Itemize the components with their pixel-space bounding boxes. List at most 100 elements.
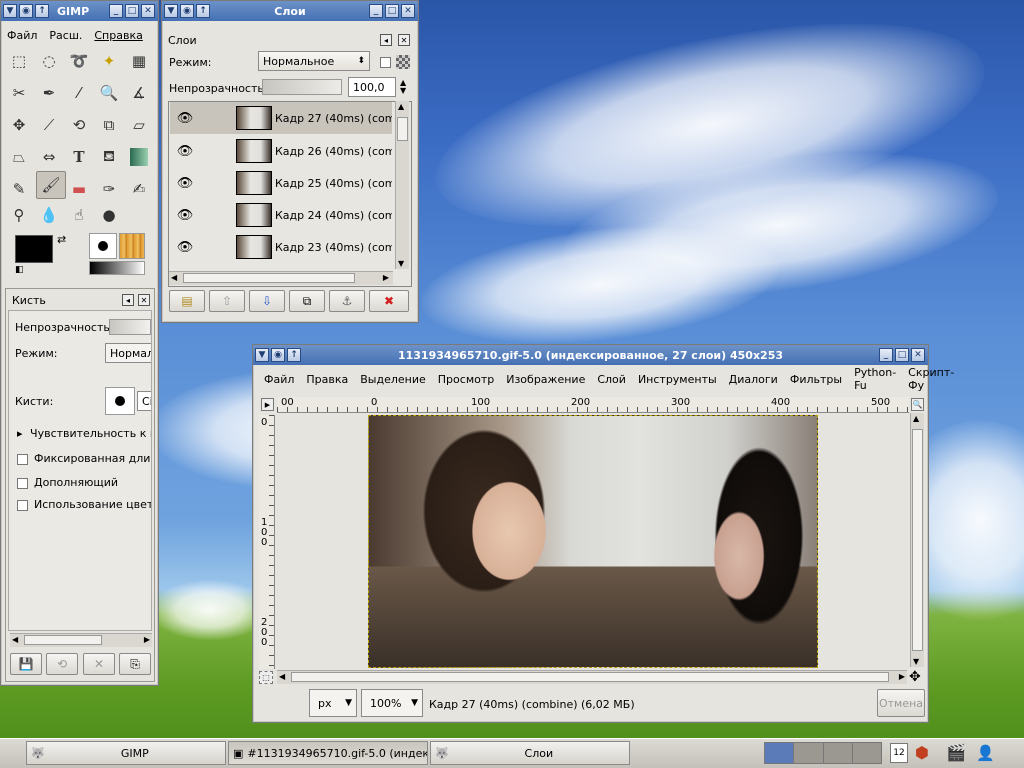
airbrush-icon[interactable]: ✑ (97, 177, 121, 201)
restore-options-button[interactable]: ⟲ (46, 653, 78, 675)
use-color-checkbox[interactable] (17, 499, 28, 511)
shade-icon[interactable]: ◉ (271, 348, 285, 362)
eye-icon[interactable]: 👁 (170, 111, 200, 126)
use-color-option[interactable]: Использование цвета (17, 498, 151, 511)
scale-icon[interactable]: ⧉ (97, 113, 121, 137)
bucket-fill-icon[interactable]: ⛾ (97, 145, 121, 169)
menu-file[interactable]: Файл (7, 29, 37, 42)
navigate-icon[interactable]: ✥ (909, 669, 921, 685)
menu-tools[interactable]: Инструменты (638, 373, 717, 386)
minimize-icon[interactable]: _ (879, 348, 893, 362)
brush-name-field[interactable]: Cir (137, 391, 151, 411)
image-hscroll[interactable]: ◀ ▶ (277, 670, 907, 684)
menu-filters[interactable]: Фильтры (790, 373, 842, 386)
lasso-icon[interactable]: ➰ (67, 49, 91, 73)
menu-file[interactable]: Файл (264, 373, 294, 386)
zoom-icon[interactable]: 🔍 (911, 398, 924, 411)
canvas-area[interactable] (277, 415, 909, 669)
clone-icon[interactable]: ⚲ (7, 203, 31, 227)
shade-icon[interactable]: ◉ (19, 4, 33, 18)
foreground-color[interactable] (15, 235, 53, 263)
update-icon[interactable]: ⬢ (915, 743, 929, 762)
brush-preview[interactable] (89, 233, 117, 259)
cancel-button[interactable]: Отмена (877, 689, 925, 717)
workspace-2[interactable] (794, 743, 824, 763)
menu-image[interactable]: Изображение (506, 373, 585, 386)
close-icon[interactable]: ✕ (911, 348, 925, 362)
layer-opacity-slider[interactable] (262, 79, 342, 95)
measure-icon[interactable]: ∡ (127, 81, 151, 105)
fuzzy-select-icon[interactable]: ✦ (97, 49, 121, 73)
duplicate-layer-button[interactable]: ⧉ (289, 290, 325, 312)
delete-options-button[interactable]: ✕ (83, 653, 115, 675)
media-icon[interactable]: 🎬 (946, 743, 966, 762)
zoom-select[interactable]: 100% ▼ (361, 689, 423, 717)
blur-icon[interactable]: 💧 (37, 203, 61, 227)
pencil-icon[interactable]: ✎ (7, 177, 31, 201)
menu-edit[interactable]: Правка (306, 373, 348, 386)
maximize-icon[interactable]: □ (385, 4, 399, 18)
toolbox-titlebar[interactable]: ▼ ◉ ↑ GIMP _ □ ✕ (1, 1, 158, 21)
incremental-option[interactable]: Дополняющий (17, 476, 118, 489)
raise-icon[interactable]: ↑ (287, 348, 301, 362)
panel-close-icon[interactable]: ✕ (398, 34, 410, 46)
ink-icon[interactable]: ✍ (127, 177, 151, 201)
flip-icon[interactable]: ⇔ (37, 145, 61, 169)
menu-view[interactable]: Просмотр (438, 373, 494, 386)
spin-icon[interactable]: ▲ ▼ (400, 79, 406, 95)
layer-mode-select[interactable]: Нормальное ⬍ (258, 51, 370, 71)
opacity-slider[interactable] (109, 319, 151, 335)
eye-icon[interactable]: 👁 (170, 240, 200, 255)
calendar-icon[interactable]: 12 (890, 743, 908, 763)
panel-menu-icon[interactable]: ◂ (122, 294, 134, 306)
quick-mask-icon[interactable]: ⬚ (259, 671, 273, 684)
scissors-icon[interactable]: ✂ (7, 81, 31, 105)
workspace-1[interactable] (765, 743, 795, 763)
anchor-layer-button[interactable]: ⚓ (329, 290, 365, 312)
menu-script-fu[interactable]: Скрипт-Фу (908, 366, 954, 392)
rotate-icon[interactable]: ⟲ (67, 113, 91, 137)
layer-row[interactable]: 👁 Кадр 24 (40ms) (combin (170, 199, 392, 231)
keep-transparency-checkbox[interactable] (380, 57, 391, 68)
close-icon[interactable]: ✕ (141, 4, 155, 18)
rect-select-icon[interactable]: ⬚ (7, 49, 31, 73)
minimize-icon[interactable]: _ (369, 4, 383, 18)
top-ruler[interactable]: 00 0 100 200 300 400 500 (277, 397, 909, 413)
menu-python-fu[interactable]: Python-Fu (854, 366, 896, 392)
window-menu-icon[interactable]: ▼ (3, 4, 17, 18)
layer-row[interactable]: 👁 Кадр 25 (40ms) (combin (170, 167, 392, 199)
raise-icon[interactable]: ↑ (35, 4, 49, 18)
raise-icon[interactable]: ↑ (196, 4, 210, 18)
text-icon[interactable]: T (67, 145, 91, 169)
menu-extensions[interactable]: Расш. (49, 29, 82, 42)
layers-hscroll[interactable]: ◀ ▶ (169, 271, 393, 285)
image-titlebar[interactable]: ▼ ◉ ↑ 1131934965710.gif-5.0 (индексирова… (253, 345, 928, 365)
incremental-checkbox[interactable] (17, 477, 28, 489)
brush-selector[interactable] (105, 387, 135, 415)
zoom-icon[interactable]: 🔍 (97, 81, 121, 105)
gradient-preview[interactable] (89, 261, 145, 275)
perspective-icon[interactable]: ⏢ (7, 145, 31, 169)
left-ruler[interactable]: 0 1 0 0 2 0 0 (259, 415, 275, 669)
window-menu-icon[interactable]: ▼ (164, 4, 178, 18)
panel-menu-icon[interactable]: ◂ (380, 34, 392, 46)
shear-icon[interactable]: ▱ (127, 113, 151, 137)
image-canvas[interactable] (368, 415, 818, 668)
sensitivity-expander[interactable]: ▸ Чувствительность к на (17, 427, 151, 440)
lower-layer-button[interactable]: ⇩ (249, 290, 285, 312)
color-select-icon[interactable]: ▦ (127, 49, 151, 73)
layer-row[interactable]: 👁 Кадр 27 (40ms) (combin (170, 102, 392, 134)
move-icon[interactable]: ✥ (7, 113, 31, 137)
menu-help[interactable]: Справка (94, 29, 142, 42)
close-icon[interactable]: ✕ (401, 4, 415, 18)
user-icon[interactable]: 👤 (976, 744, 995, 762)
layers-vscroll[interactable]: ▲ ▼ (395, 101, 409, 269)
unit-select[interactable]: px ▼ (309, 689, 357, 717)
taskbar-item-layers[interactable]: 🐺 Слои (430, 741, 630, 765)
window-menu-icon[interactable]: ▼ (255, 348, 269, 362)
pattern-preview[interactable] (119, 233, 145, 259)
fixed-length-checkbox[interactable] (17, 453, 28, 465)
menu-layer[interactable]: Слой (597, 373, 626, 386)
fixed-length-option[interactable]: Фиксированная длина (17, 452, 151, 465)
eye-icon[interactable]: 👁 (170, 144, 200, 159)
